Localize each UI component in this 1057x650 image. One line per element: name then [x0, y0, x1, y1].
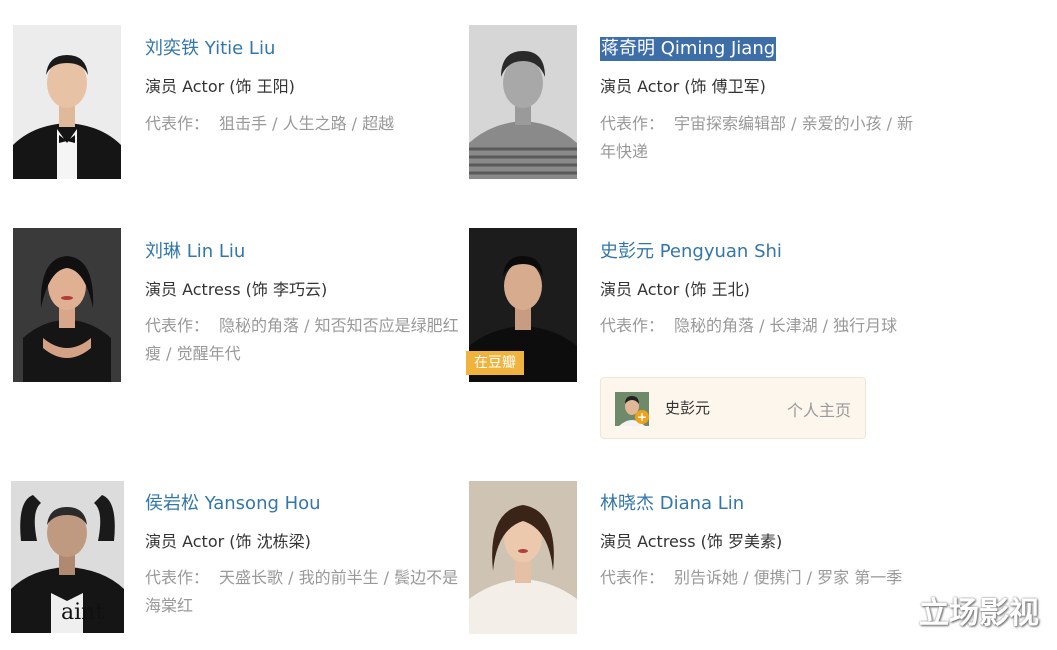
actor-photo[interactable]: aint — [11, 481, 124, 633]
actor-name[interactable]: 刘奕铁 Yitie Liu — [145, 37, 275, 61]
actor-works: 代表作： 隐秘的角落 / 长津湖 / 独行月球 — [600, 312, 920, 340]
actor-name[interactable]: 刘琳 Lin Liu — [145, 240, 245, 264]
actor-works: 代表作： 别告诉她 / 便携门 / 罗家 第一季 — [600, 564, 920, 592]
works-list: 狙击手 / 人生之路 / 超越 — [219, 114, 395, 133]
works-list: 别告诉她 / 便携门 / 罗家 第一季 — [674, 568, 903, 587]
watermark: 立场影视 — [919, 596, 1039, 631]
douban-badge[interactable]: 在豆瓣 — [466, 351, 524, 375]
works-label: 代表作： — [600, 316, 665, 335]
actor-name[interactable]: 蒋奇明 Qiming Jiang — [600, 37, 777, 61]
profile-homepage-link[interactable]: 个人主页 — [787, 397, 851, 421]
actor-photo[interactable] — [13, 25, 121, 179]
profile-name[interactable]: 史彭元 — [665, 397, 710, 418]
actor-role: 演员 Actress (饰 李巧云) — [145, 280, 328, 299]
actor-name[interactable]: 侯岩松 Yansong Hou — [145, 492, 321, 516]
works-label: 代表作： — [145, 316, 210, 335]
actor-works: 代表作： 隐秘的角落 / 知否知否应是绿肥红瘦 / 觉醒年代 — [145, 312, 465, 368]
works-label: 代表作： — [145, 568, 210, 587]
actor-role: 演员 Actor (饰 王北) — [600, 280, 750, 299]
works-list: 隐秘的角落 / 长津湖 / 独行月球 — [674, 316, 898, 335]
actor-name[interactable]: 林晓杰 Diana Lin — [600, 492, 744, 516]
actor-photo[interactable] — [13, 228, 121, 382]
actor-name[interactable]: 史彭元 Pengyuan Shi — [600, 240, 782, 264]
actor-role: 演员 Actress (饰 罗美素) — [600, 532, 783, 551]
works-label: 代表作： — [145, 114, 210, 133]
works-label: 代表作： — [600, 114, 665, 133]
works-label: 代表作： — [600, 568, 665, 587]
actor-works: 代表作： 宇宙探索编辑部 / 亲爱的小孩 / 新年快递 — [600, 110, 920, 166]
profile-card[interactable]: + 史彭元 个人主页 — [600, 377, 866, 439]
actor-role: 演员 Actor (饰 沈栋梁) — [145, 532, 311, 551]
actor-photo[interactable] — [469, 25, 577, 179]
actor-photo[interactable] — [469, 481, 577, 634]
actor-role: 演员 Actor (饰 傅卫军) — [600, 77, 766, 96]
follow-plus-icon[interactable]: + — [635, 410, 649, 424]
actor-works: 代表作： 狙击手 / 人生之路 / 超越 — [145, 110, 465, 138]
svg-text:aint: aint — [61, 600, 104, 625]
actor-works: 代表作： 天盛长歌 / 我的前半生 / 鬓边不是海棠红 — [145, 564, 465, 620]
actor-role: 演员 Actor (饰 王阳) — [145, 77, 295, 96]
